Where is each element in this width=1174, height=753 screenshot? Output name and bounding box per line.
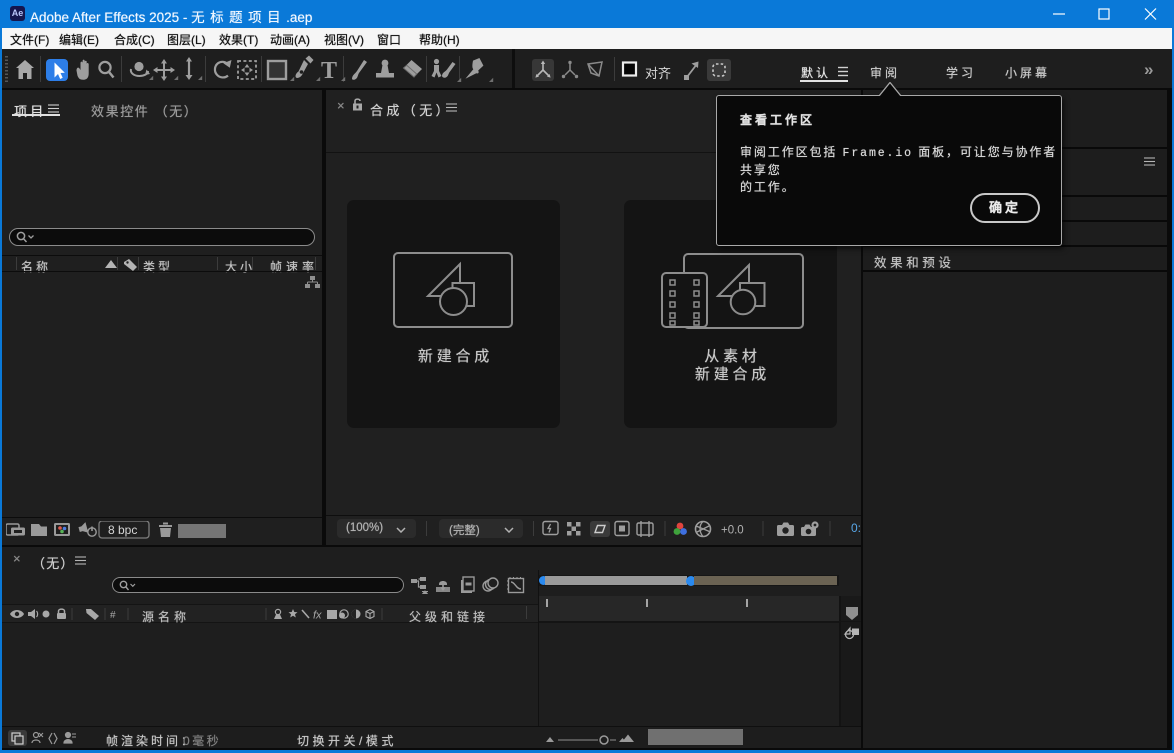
svg-text:+0.0: +0.0	[721, 525, 744, 537]
svg-text:T: T	[321, 58, 337, 84]
svg-text:#: #	[110, 610, 116, 621]
svg-text:fx: fx	[313, 610, 322, 622]
svg-text:8 bpc: 8 bpc	[108, 523, 137, 537]
